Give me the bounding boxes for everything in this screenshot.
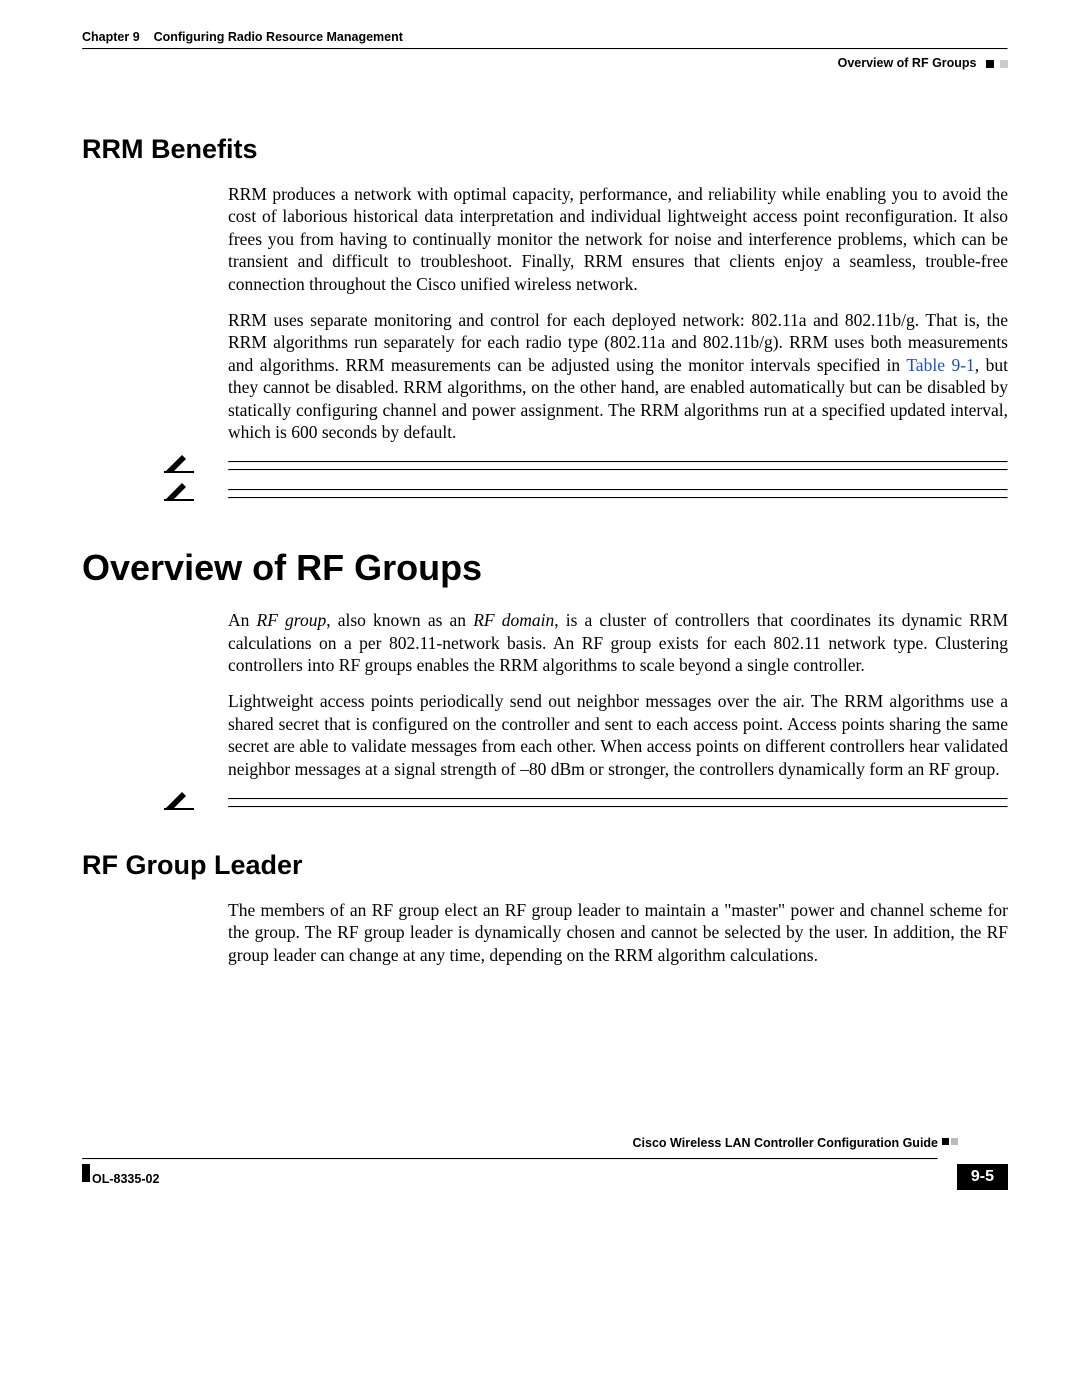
note-rule-top bbox=[228, 798, 1008, 800]
pencil-icon bbox=[164, 481, 194, 501]
term-rf-domain: RF domain bbox=[473, 610, 554, 630]
note-rule-bottom bbox=[228, 497, 1008, 499]
chapter-title: Configuring Radio Resource Management bbox=[154, 30, 403, 44]
note-1 bbox=[82, 461, 1008, 471]
body-column: RRM produces a network with optimal capa… bbox=[228, 183, 1008, 443]
note-rule-top bbox=[228, 461, 1008, 463]
note-2 bbox=[82, 489, 1008, 499]
header-section: Overview of RF Groups bbox=[838, 56, 977, 70]
heading-overview-rf-groups: Overview of RF Groups bbox=[82, 547, 1008, 589]
footer-marker-dark bbox=[942, 1138, 949, 1145]
pencil-icon bbox=[164, 453, 194, 473]
page: Chapter 9 Configuring Radio Resource Man… bbox=[0, 0, 1080, 1232]
link-table-9-1[interactable]: Table 9-1 bbox=[906, 355, 974, 375]
rrm-benefits-p2: RRM uses separate monitoring and control… bbox=[228, 309, 1008, 443]
header-rule bbox=[82, 48, 1008, 50]
pencil-icon bbox=[164, 790, 194, 810]
note-rule-top bbox=[228, 489, 1008, 491]
overview-p1: An RF group, also known as an RF domain,… bbox=[228, 609, 1008, 676]
note-rule-bottom bbox=[228, 469, 1008, 471]
footer-doc-number: OL-8335-02 bbox=[92, 1172, 159, 1186]
page-number: 9-5 bbox=[957, 1164, 1008, 1190]
term-rf-group: RF group bbox=[257, 610, 327, 630]
note-3 bbox=[82, 798, 1008, 808]
heading-rrm-benefits: RRM Benefits bbox=[82, 134, 1008, 165]
heading-rf-group-leader: RF Group Leader bbox=[82, 850, 1008, 881]
note-rule-bottom bbox=[228, 806, 1008, 808]
footer-rule bbox=[82, 1158, 938, 1160]
leader-p1: The members of an RF group elect an RF g… bbox=[228, 899, 1008, 966]
page-header: Chapter 9 Configuring Radio Resource Man… bbox=[82, 30, 1008, 78]
footer-guide-title: Cisco Wireless LAN Controller Configurat… bbox=[82, 1136, 938, 1150]
page-footer: Cisco Wireless LAN Controller Configurat… bbox=[82, 1136, 1008, 1192]
overview-p2: Lightweight access points periodically s… bbox=[228, 690, 1008, 780]
header-left: Chapter 9 Configuring Radio Resource Man… bbox=[82, 30, 403, 44]
body-column: The members of an RF group elect an RF g… bbox=[228, 899, 1008, 966]
chapter-label: Chapter 9 bbox=[82, 30, 140, 44]
header-marker-dark bbox=[986, 60, 994, 68]
rrm-benefits-p1: RRM produces a network with optimal capa… bbox=[228, 183, 1008, 295]
body-column: An RF group, also known as an RF domain,… bbox=[228, 609, 1008, 780]
footer-marker-light bbox=[951, 1138, 958, 1145]
header-right: Overview of RF Groups bbox=[838, 56, 1008, 70]
footer-markers bbox=[940, 1132, 958, 1150]
footer-left-block bbox=[82, 1164, 90, 1182]
header-marker-light bbox=[1000, 60, 1008, 68]
